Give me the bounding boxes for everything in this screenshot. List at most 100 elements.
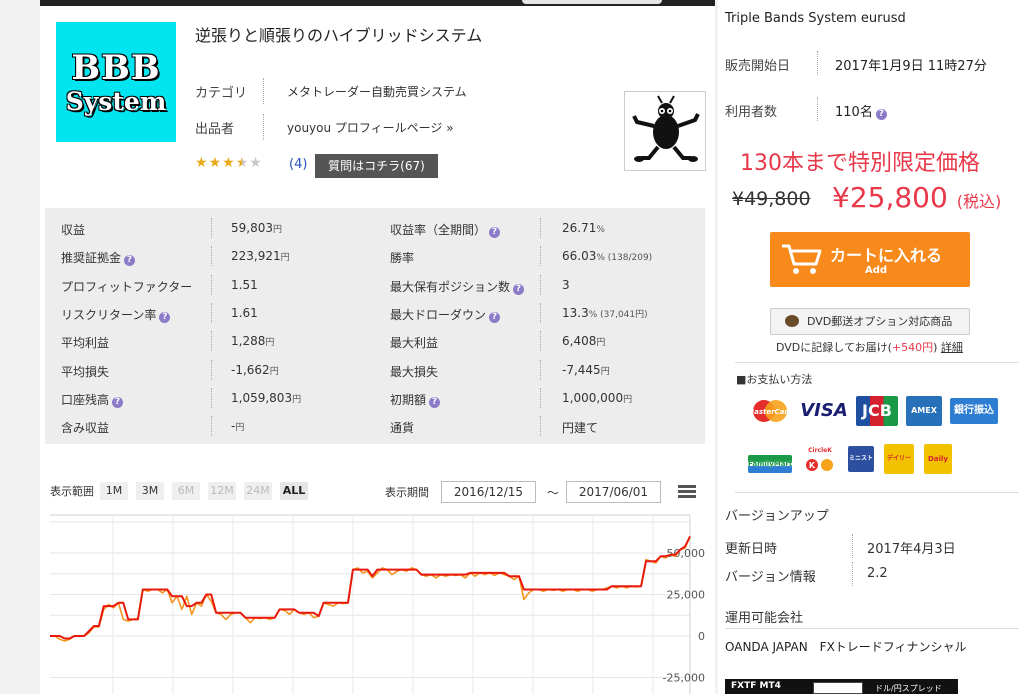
help-icon[interactable]: ? bbox=[159, 311, 171, 323]
date-separator: ～ bbox=[547, 486, 560, 500]
stat-value: 13.3% (37,041円) bbox=[562, 305, 648, 320]
mastercard-icon: MasterCard bbox=[747, 400, 794, 422]
stat-label: 含み収益 bbox=[61, 421, 110, 436]
stat-label: 平均利益 bbox=[61, 336, 110, 351]
stat-label: 最大利益 bbox=[390, 336, 439, 351]
stat-value: 6,408円 bbox=[562, 334, 606, 349]
stat-label: 口座残高? bbox=[61, 391, 124, 408]
range-button-1m[interactable]: 1M bbox=[100, 482, 128, 500]
range-button-3m[interactable]: 3M bbox=[136, 482, 164, 500]
stat-value: 1,288円 bbox=[231, 334, 275, 349]
y-tick-label: 0 bbox=[698, 630, 705, 643]
stat-value: 3 bbox=[562, 277, 570, 292]
stat-value: 1,000,000円 bbox=[562, 390, 633, 405]
bug-character-icon bbox=[632, 95, 700, 162]
versionup-heading: バージョンアップ bbox=[725, 509, 829, 524]
category-value[interactable]: メタトレーダー自動売買システム bbox=[287, 83, 467, 100]
star-icon: ★ bbox=[235, 155, 249, 171]
profit-chart: 50,000 25,000 0 -25,000 bbox=[50, 514, 706, 694]
dvd-note: DVDに記録してお届け(+540円) 詳細 bbox=[776, 339, 963, 355]
dvd-option-label: DVD郵送オプション対応商品 bbox=[807, 315, 953, 328]
circlek-text: CircleK bbox=[808, 447, 832, 454]
range-button-all[interactable]: ALL bbox=[280, 482, 308, 500]
seller-label: 出品者 bbox=[195, 122, 235, 137]
series-line-red bbox=[50, 535, 691, 640]
date-to-input[interactable]: 2017/06/01 bbox=[566, 481, 661, 503]
stat-value: 26.71% bbox=[562, 221, 605, 235]
new-price-block: ¥25,800 (税込) bbox=[832, 181, 1001, 214]
banner-right-text: ドル/円スプレッド bbox=[875, 684, 942, 693]
range-button-24m: 24M bbox=[244, 482, 272, 500]
new-price: ¥25,800 bbox=[832, 181, 948, 214]
star-icon: ★ bbox=[195, 155, 208, 171]
stats-row: 口座残高? 1,059,803円 初期額? 1,000,000円 bbox=[45, 384, 705, 412]
range-label: 表示範囲 bbox=[50, 485, 94, 498]
stat-value: 66.03% (138/209) bbox=[562, 249, 653, 264]
range-button-6m: 6M bbox=[172, 482, 200, 500]
stat-label: 最大保有ポジション数? bbox=[390, 278, 525, 295]
sidebar-product-name: Triple Bands System eurusd bbox=[725, 11, 906, 26]
banner-left-text: FXTF MT4 bbox=[731, 681, 781, 691]
dvd-note-pre: DVDに記録してお届け( bbox=[776, 341, 892, 354]
period-label: 表示期間 bbox=[385, 486, 429, 499]
help-icon[interactable]: ? bbox=[513, 283, 525, 295]
add-to-cart-button[interactable]: カートに入れる Add bbox=[770, 232, 970, 287]
seller-avatar[interactable] bbox=[624, 91, 706, 171]
users-label: 利用者数 bbox=[725, 105, 778, 120]
limited-price-text: 130本まで特別限定価格 bbox=[740, 151, 980, 176]
y-tick-label: 50,000 bbox=[667, 547, 706, 560]
stat-label: 推奨証拠金? bbox=[61, 249, 136, 267]
y-tick-label: 25,000 bbox=[667, 589, 706, 602]
date-from-input[interactable]: 2016/12/15 bbox=[441, 481, 536, 503]
logo-line2: System bbox=[65, 86, 167, 116]
stat-label: 平均損失 bbox=[61, 364, 110, 379]
help-icon[interactable]: ? bbox=[875, 109, 887, 120]
y-tick-label: -25,000 bbox=[663, 672, 705, 685]
top-search-pill[interactable] bbox=[522, 0, 662, 4]
dvd-note-price: +540円 bbox=[891, 341, 934, 354]
tax-label: (税込) bbox=[956, 192, 1002, 211]
payment-heading: ■お支払い方法 bbox=[736, 373, 813, 386]
stat-value: -円 bbox=[231, 419, 245, 434]
star-icon: ★ bbox=[222, 155, 235, 171]
help-icon[interactable]: ? bbox=[112, 396, 124, 408]
star-icon: ★ bbox=[249, 155, 262, 171]
category-label: カテゴリ bbox=[195, 86, 248, 101]
stats-table: 収益 59,803円 収益率（全期間）? 26.71% 推奨証拠金? 223,921円 勝率… bbox=[45, 208, 705, 444]
dvd-detail-link[interactable]: 詳細 bbox=[941, 341, 963, 354]
cart-label: カートに入れる bbox=[830, 246, 943, 265]
stats-row: 推奨証拠金? 223,921円 勝率 66.03% (138/209) bbox=[45, 242, 705, 270]
help-icon[interactable]: ? bbox=[489, 227, 501, 238]
stat-label: 収益 bbox=[61, 223, 86, 237]
seller-link[interactable]: youyou プロフィールページ » bbox=[287, 119, 454, 136]
stat-value: 1,059,803円 bbox=[231, 390, 302, 405]
star-icon: ★ bbox=[208, 155, 222, 171]
users-value: 110名 bbox=[835, 105, 873, 120]
stats-row: 収益 59,803円 収益率（全期間）? 26.71% bbox=[45, 214, 705, 242]
broker-banner[interactable]: FXTF MT4 ドル/円スプレッド bbox=[725, 679, 958, 694]
help-icon[interactable]: ? bbox=[124, 255, 136, 267]
dvd-option-button[interactable]: DVD郵送オプション対応商品 bbox=[770, 308, 970, 335]
review-count-link[interactable]: (4) bbox=[289, 157, 307, 172]
stats-row: リスクリターン率? 1.61 最大ドローダウン? 13.3% (37,041円) bbox=[45, 299, 705, 327]
question-button[interactable]: 質問はコチラ(67) bbox=[315, 154, 438, 178]
cart-icon bbox=[782, 244, 822, 274]
stat-value: 59,803円 bbox=[231, 221, 283, 235]
sale-start-value: 2017年1月9日 11時27分 bbox=[835, 59, 987, 74]
help-icon[interactable]: ? bbox=[489, 311, 501, 323]
product-title: 逆張りと順張りのハイブリッドシステム bbox=[195, 26, 483, 45]
stats-row: プロフィットファクター 1.51 最大保有ポジション数? 3 bbox=[45, 271, 705, 299]
payment-ministop: ミニストップ bbox=[848, 446, 874, 488]
stat-value: 1.51 bbox=[231, 277, 258, 292]
logo-line1: BBB bbox=[71, 47, 161, 88]
payment-jcb: JCB bbox=[856, 396, 898, 426]
version-value: 2.2 bbox=[867, 566, 888, 581]
brokers-heading: 運用可能会社 bbox=[725, 611, 804, 626]
product-logo: BBB System bbox=[56, 22, 176, 142]
chart-menu-icon[interactable] bbox=[678, 485, 696, 499]
payment-daily-a: デイリー bbox=[884, 444, 914, 474]
payment-bank: 銀行振込 bbox=[950, 398, 998, 424]
stats-row: 平均損失 -1,662円 最大損失 -7,445円 bbox=[45, 356, 705, 384]
old-price: ¥49,800 bbox=[732, 188, 811, 210]
help-icon[interactable]: ? bbox=[429, 396, 441, 408]
